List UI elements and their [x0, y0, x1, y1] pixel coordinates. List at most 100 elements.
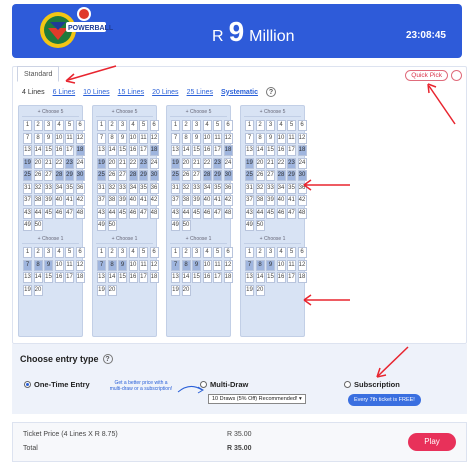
- number-cell[interactable]: 21: [118, 157, 127, 169]
- number-cell[interactable]: 41: [287, 195, 296, 206]
- number-cell[interactable]: 13: [171, 145, 180, 156]
- number-cell[interactable]: 44: [33, 207, 43, 219]
- number-cell[interactable]: 9: [192, 259, 201, 271]
- number-cell[interactable]: 23: [213, 157, 222, 169]
- radio-icon[interactable]: [200, 381, 207, 388]
- number-cell[interactable]: 5: [65, 120, 74, 131]
- number-cell[interactable]: 22: [202, 157, 212, 169]
- number-cell[interactable]: 8: [107, 259, 117, 271]
- number-cell[interactable]: 14: [181, 145, 191, 156]
- number-cell[interactable]: 39: [266, 195, 275, 206]
- number-cell[interactable]: 3: [44, 120, 53, 131]
- number-cell[interactable]: 25: [245, 170, 254, 181]
- number-cell[interactable]: 20: [181, 157, 191, 169]
- number-cell[interactable]: 31: [171, 182, 180, 194]
- number-cell[interactable]: 21: [44, 157, 53, 169]
- number-cell[interactable]: 40: [276, 195, 286, 206]
- number-cell[interactable]: 31: [23, 182, 32, 194]
- number-cell[interactable]: 28: [202, 170, 212, 181]
- number-cell[interactable]: 32: [181, 182, 191, 194]
- number-cell[interactable]: 13: [23, 145, 32, 156]
- number-cell[interactable]: 4: [54, 247, 64, 258]
- number-cell[interactable]: 7: [171, 259, 180, 271]
- number-cell[interactable]: 10: [128, 259, 138, 271]
- number-cell[interactable]: 18: [223, 272, 233, 283]
- subscription-option[interactable]: Subscription: [344, 380, 400, 389]
- number-cell[interactable]: 21: [266, 157, 275, 169]
- number-cell[interactable]: 23: [139, 157, 148, 169]
- number-cell[interactable]: 9: [266, 132, 275, 144]
- number-cell[interactable]: 39: [192, 195, 201, 206]
- number-cell[interactable]: 28: [276, 170, 286, 181]
- number-cell[interactable]: 1: [23, 120, 32, 131]
- number-cell[interactable]: 4: [54, 120, 64, 131]
- multi-draw-option[interactable]: Multi-Draw: [200, 380, 248, 389]
- number-cell[interactable]: 14: [33, 145, 43, 156]
- number-cell[interactable]: 25: [97, 170, 106, 181]
- number-cell[interactable]: 12: [149, 259, 159, 271]
- number-cell[interactable]: 20: [107, 157, 117, 169]
- number-cell[interactable]: 4: [202, 247, 212, 258]
- number-cell[interactable]: 16: [276, 272, 286, 283]
- number-cell[interactable]: 28: [54, 170, 64, 181]
- number-cell[interactable]: 38: [255, 195, 265, 206]
- number-cell[interactable]: 47: [65, 207, 74, 219]
- number-cell[interactable]: 42: [223, 195, 233, 206]
- number-cell[interactable]: 6: [297, 120, 307, 131]
- number-cell[interactable]: 5: [213, 247, 222, 258]
- number-cell[interactable]: 24: [75, 157, 85, 169]
- number-cell[interactable]: 14: [107, 145, 117, 156]
- number-cell[interactable]: 3: [118, 247, 127, 258]
- tab-4-lines[interactable]: 4 Lines: [22, 89, 45, 96]
- number-cell[interactable]: 5: [139, 120, 148, 131]
- number-cell[interactable]: 20: [33, 157, 43, 169]
- number-cell[interactable]: 41: [65, 195, 74, 206]
- number-cell[interactable]: 25: [171, 170, 180, 181]
- number-cell[interactable]: 37: [245, 195, 254, 206]
- number-cell[interactable]: 1: [23, 247, 32, 258]
- number-cell[interactable]: 19: [23, 284, 32, 296]
- number-cell[interactable]: 40: [54, 195, 64, 206]
- number-cell[interactable]: 10: [202, 259, 212, 271]
- number-cell[interactable]: 24: [149, 157, 159, 169]
- number-cell[interactable]: 20: [181, 284, 191, 296]
- number-cell[interactable]: 17: [213, 145, 222, 156]
- number-cell[interactable]: 23: [65, 157, 74, 169]
- number-cell[interactable]: 2: [107, 120, 117, 131]
- number-cell[interactable]: 14: [107, 272, 117, 283]
- number-cell[interactable]: 1: [245, 247, 254, 258]
- number-cell[interactable]: 29: [287, 170, 296, 181]
- tab-systematic[interactable]: Systematic: [221, 89, 258, 96]
- number-cell[interactable]: 43: [97, 207, 106, 219]
- number-cell[interactable]: 3: [192, 247, 201, 258]
- number-cell[interactable]: 31: [97, 182, 106, 194]
- number-cell[interactable]: 4: [276, 120, 286, 131]
- number-cell[interactable]: 32: [255, 182, 265, 194]
- number-cell[interactable]: 35: [139, 182, 148, 194]
- number-cell[interactable]: 9: [266, 259, 275, 271]
- number-cell[interactable]: 49: [245, 220, 254, 231]
- tab-25-lines[interactable]: 25 Lines: [187, 89, 213, 96]
- number-cell[interactable]: 11: [139, 259, 148, 271]
- number-cell[interactable]: 18: [149, 145, 159, 156]
- number-cell[interactable]: 19: [97, 284, 106, 296]
- number-cell[interactable]: 11: [139, 132, 148, 144]
- number-cell[interactable]: 38: [33, 195, 43, 206]
- number-cell[interactable]: 44: [107, 207, 117, 219]
- number-cell[interactable]: 42: [149, 195, 159, 206]
- number-cell[interactable]: 10: [276, 132, 286, 144]
- number-cell[interactable]: 48: [149, 207, 159, 219]
- number-cell[interactable]: 12: [149, 132, 159, 144]
- number-cell[interactable]: 10: [54, 132, 64, 144]
- number-cell[interactable]: 7: [245, 259, 254, 271]
- number-cell[interactable]: 33: [44, 182, 53, 194]
- number-cell[interactable]: 17: [65, 145, 74, 156]
- number-cell[interactable]: 1: [245, 120, 254, 131]
- number-cell[interactable]: 15: [118, 272, 127, 283]
- number-cell[interactable]: 35: [287, 182, 296, 194]
- number-cell[interactable]: 14: [33, 272, 43, 283]
- number-cell[interactable]: 8: [255, 132, 265, 144]
- number-cell[interactable]: 32: [33, 182, 43, 194]
- number-cell[interactable]: 34: [202, 182, 212, 194]
- number-cell[interactable]: 6: [75, 247, 85, 258]
